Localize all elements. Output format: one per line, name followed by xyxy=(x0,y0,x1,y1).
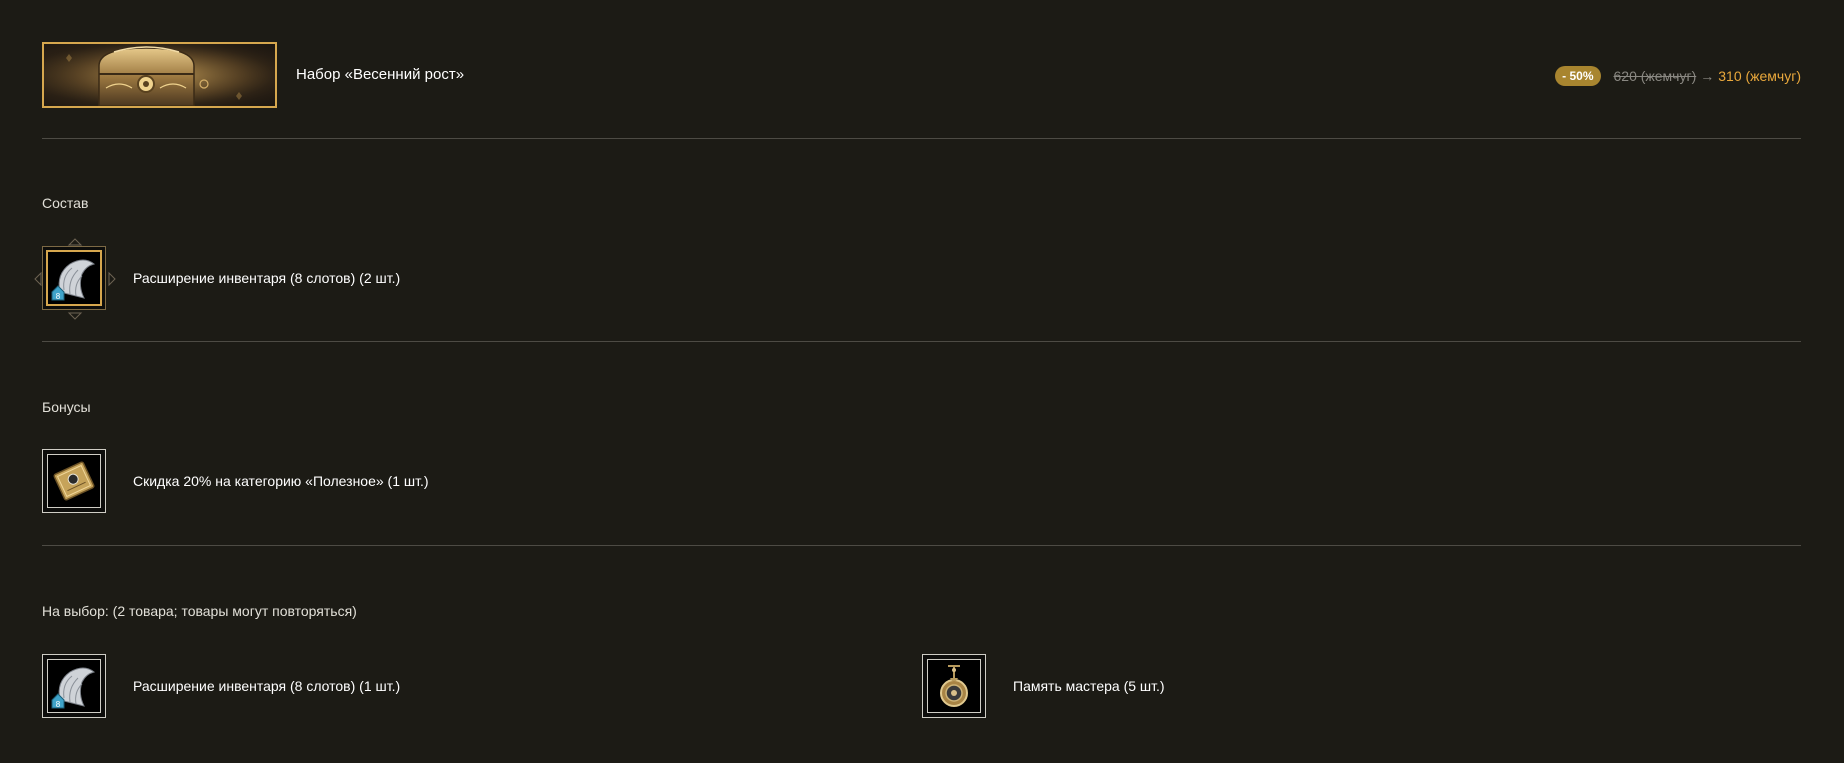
new-price: 310 (жемчуг) xyxy=(1718,68,1801,84)
pendant-icon xyxy=(922,654,986,718)
item-label: Расширение инвентаря (8 слотов) (2 шт.) xyxy=(133,270,401,286)
slot-count-badge: 8 xyxy=(56,700,61,709)
old-price: 620 (жемчуг) xyxy=(1613,68,1697,84)
package-detail-page: Набор «Весенний рост» - 50% 620 (жемчуг)… xyxy=(0,0,1844,763)
choice-item[interactable]: Память мастера (5 шт.) xyxy=(922,654,1522,720)
choice-item[interactable]: 8 Расширение инвентаря (8 слотов) (1 шт.… xyxy=(42,654,642,720)
bonuses-label: Бонусы xyxy=(42,399,91,415)
bonus-item[interactable]: Скидка 20% на категорию «Полезное» (1 шт… xyxy=(42,449,642,515)
divider xyxy=(42,545,1801,546)
discount-coupon-icon xyxy=(42,449,106,513)
package-title: Набор «Весенний рост» xyxy=(296,66,465,83)
inventory-bag-icon: 8 xyxy=(42,654,106,718)
composition-item[interactable]: 8 Расширение инвентаря (8 слотов) (2 шт.… xyxy=(34,238,642,320)
divider xyxy=(42,138,1801,139)
inventory-bag-icon: 8 xyxy=(42,246,106,310)
treasure-chest-image xyxy=(42,42,277,108)
item-label: Скидка 20% на категорию «Полезное» (1 шт… xyxy=(133,473,429,489)
package-header: Набор «Весенний рост» - 50% 620 (жемчуг)… xyxy=(42,42,1801,108)
price-block: - 50% 620 (жемчуг) → 310 (жемчуг) xyxy=(1555,66,1801,86)
item-label: Расширение инвентаря (8 слотов) (1 шт.) xyxy=(133,678,401,694)
composition-label: Состав xyxy=(42,195,89,211)
discount-badge: - 50% xyxy=(1555,66,1601,86)
choice-label: На выбор: (2 товара; товары могут повтор… xyxy=(42,603,357,619)
arrow-icon: → xyxy=(1700,68,1715,84)
divider xyxy=(42,341,1801,342)
item-label: Память мастера (5 шт.) xyxy=(1013,678,1165,694)
slot-count-badge: 8 xyxy=(56,292,61,301)
